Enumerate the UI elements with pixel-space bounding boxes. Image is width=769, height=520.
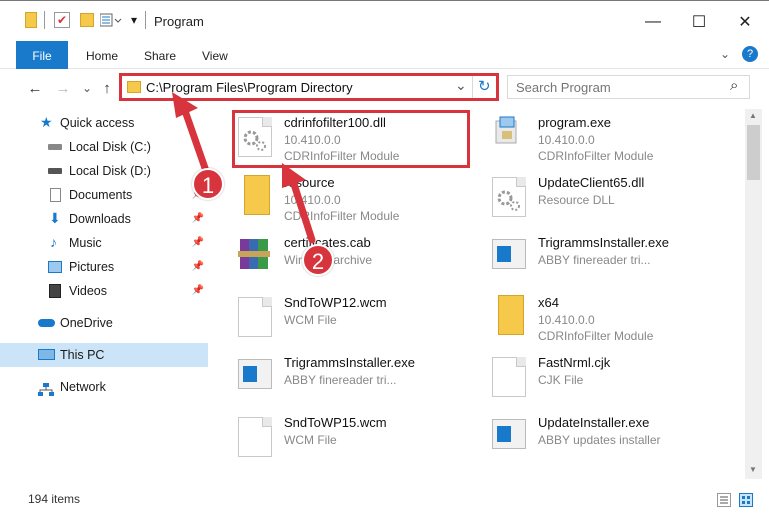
arrow-to-address — [172, 92, 209, 172]
scroll-down-icon[interactable]: ▼ — [749, 465, 757, 474]
scrollbar-thumb[interactable] — [747, 125, 760, 180]
tiles-view-icon[interactable] — [739, 493, 753, 507]
step-badge-1: 1 — [192, 168, 224, 200]
item-count: 194 items — [28, 492, 81, 506]
arrow-to-file — [282, 163, 316, 244]
status-bar: 194 items — [0, 488, 769, 512]
annotation-arrows — [172, 92, 316, 244]
scroll-up-icon[interactable]: ▲ — [749, 111, 757, 120]
step-badge-2: 2 — [302, 244, 334, 276]
details-view-icon[interactable] — [717, 493, 731, 507]
vertical-scrollbar[interactable]: ▲ ▼ — [745, 109, 762, 479]
